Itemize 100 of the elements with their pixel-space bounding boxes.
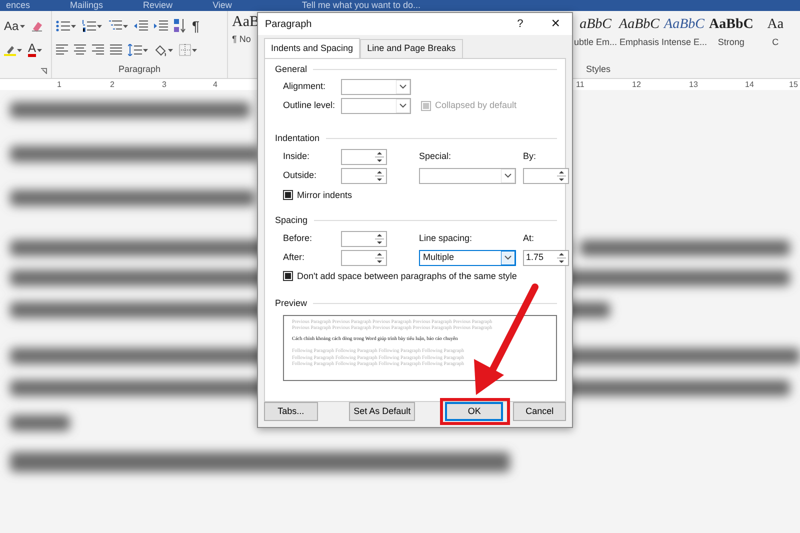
spinner-icon[interactable]	[557, 252, 566, 264]
caret-icon	[97, 24, 102, 28]
caret-icon	[501, 168, 515, 182]
ruler-number: 4	[213, 79, 218, 91]
highlighter-icon	[4, 44, 16, 56]
highlight-button[interactable]	[4, 44, 22, 56]
window-title: Paragraph	[265, 18, 312, 32]
caret-icon	[17, 48, 22, 52]
multilevel-list-button[interactable]	[108, 20, 128, 32]
launcher-icon[interactable]	[41, 68, 47, 74]
line-spacing-icon	[128, 44, 142, 56]
sort-icon[interactable]	[174, 19, 186, 33]
ruler-number: 11	[576, 79, 584, 91]
group-label: Paragraph	[117, 62, 162, 76]
borders-button[interactable]	[179, 44, 197, 56]
ruler-number: 2	[110, 79, 114, 91]
field-label: After:	[283, 250, 306, 264]
section-heading: Preview	[275, 297, 308, 310]
caret-icon	[37, 48, 42, 52]
checkbox-label: Don't add space between paragraphs of the same style	[297, 270, 517, 283]
caret-icon	[501, 250, 515, 264]
ruler-number: 14	[745, 79, 754, 91]
ribbon-tab[interactable]: Review	[143, 0, 173, 11]
spinner-icon[interactable]	[375, 170, 384, 182]
tell-me-field[interactable]: Tell me what you want to do...	[302, 0, 420, 11]
spin-field[interactable]	[523, 168, 569, 184]
dialog-tab[interactable]: Indents and Spacing	[264, 38, 360, 58]
dialog-button[interactable]: Cancel	[513, 402, 566, 421]
multilevel-list-icon	[108, 20, 122, 32]
increase-indent-icon[interactable]	[154, 20, 168, 32]
style-gallery-item[interactable]: AaBbC Emphasis	[619, 14, 660, 50]
spin-field[interactable]	[341, 148, 387, 164]
caret-icon	[20, 24, 25, 28]
highlight-frame	[440, 398, 510, 425]
dialog-button[interactable]: Set As Default	[348, 402, 416, 421]
decrease-indent-icon[interactable]	[134, 20, 148, 32]
group-label: Styles	[585, 62, 612, 76]
change-case-button[interactable]: Aa	[4, 17, 25, 35]
line-spacing-button[interactable]	[128, 44, 148, 56]
borders-icon	[179, 44, 191, 56]
help-button[interactable]: ?	[517, 16, 524, 32]
ribbon-tab[interactable]: Mailings	[70, 0, 104, 11]
caret-icon	[123, 24, 128, 28]
justify-icon[interactable]	[110, 44, 122, 56]
field-label: Before:	[283, 232, 314, 245]
ruler-number: 3	[162, 79, 166, 91]
spinner-icon[interactable]	[375, 233, 384, 245]
dropdown-field[interactable]	[341, 79, 411, 95]
field-label: By:	[523, 150, 538, 163]
font-color-button[interactable]: A	[28, 43, 42, 57]
show-marks-button[interactable]: ¶	[192, 16, 200, 36]
align-right-icon[interactable]	[92, 44, 104, 56]
dropdown-field[interactable]	[419, 168, 516, 184]
caret-icon	[143, 48, 148, 52]
close-button[interactable]: ×	[551, 12, 560, 36]
style-gallery-item[interactable]: Aa C	[755, 14, 796, 50]
caret-icon	[396, 99, 410, 113]
spinner-icon[interactable]	[557, 170, 566, 182]
field-label: Line spacing:	[419, 232, 474, 245]
style-gallery-item[interactable]: AaBbC Strong	[709, 14, 754, 50]
field-label: Inside:	[283, 150, 311, 163]
bullets-button[interactable]	[56, 20, 76, 32]
ribbon-tab[interactable]: View	[212, 0, 232, 11]
bullet-list-icon	[56, 20, 70, 32]
spinner-icon[interactable]	[375, 252, 384, 264]
style-gallery-item[interactable]: aBbC ubtle Em...	[574, 14, 618, 50]
align-center-icon[interactable]	[74, 44, 86, 56]
checkbox[interactable]	[283, 190, 293, 200]
checkbox-label: Collapsed by default	[435, 99, 517, 112]
field-label: Outside:	[283, 168, 318, 182]
field-label: Special:	[419, 150, 452, 163]
ruler-number: 15	[789, 79, 798, 91]
dialog-button[interactable]: Tabs...	[264, 402, 318, 421]
checkbox[interactable]	[283, 271, 293, 282]
style-gallery-item[interactable]: AaBbC Intense E...	[661, 14, 708, 50]
dropdown-field[interactable]	[341, 98, 411, 114]
checkbox-label: Mirror indents	[297, 188, 352, 202]
ruler-number: 1	[57, 79, 62, 91]
dropdown-field[interactable]: Multiple	[419, 250, 516, 266]
spin-field[interactable]: 1.75	[523, 250, 569, 266]
shading-button[interactable]	[154, 44, 173, 56]
ribbon-tab[interactable]: ences	[6, 0, 30, 11]
dialog-button[interactable]: OK	[445, 402, 504, 421]
dialog-tab[interactable]: Line and Page Breaks	[360, 39, 463, 58]
spin-field[interactable]	[341, 168, 387, 184]
paint-bucket-icon	[154, 44, 167, 56]
section-heading: Indentation	[275, 132, 320, 145]
caret-icon	[71, 24, 76, 28]
section-heading: Spacing	[275, 214, 308, 227]
spin-field[interactable]	[341, 230, 387, 246]
caret-icon	[192, 48, 197, 52]
eraser-icon[interactable]	[30, 20, 43, 32]
ruler-number: 12	[632, 79, 641, 91]
field-label: At:	[523, 232, 536, 245]
section-heading: General	[275, 62, 308, 76]
align-left-icon[interactable]	[56, 44, 68, 56]
spinner-icon[interactable]	[375, 151, 384, 163]
spin-field[interactable]	[341, 250, 387, 266]
numbering-button[interactable]	[82, 20, 102, 32]
numbered-list-icon	[82, 20, 96, 32]
